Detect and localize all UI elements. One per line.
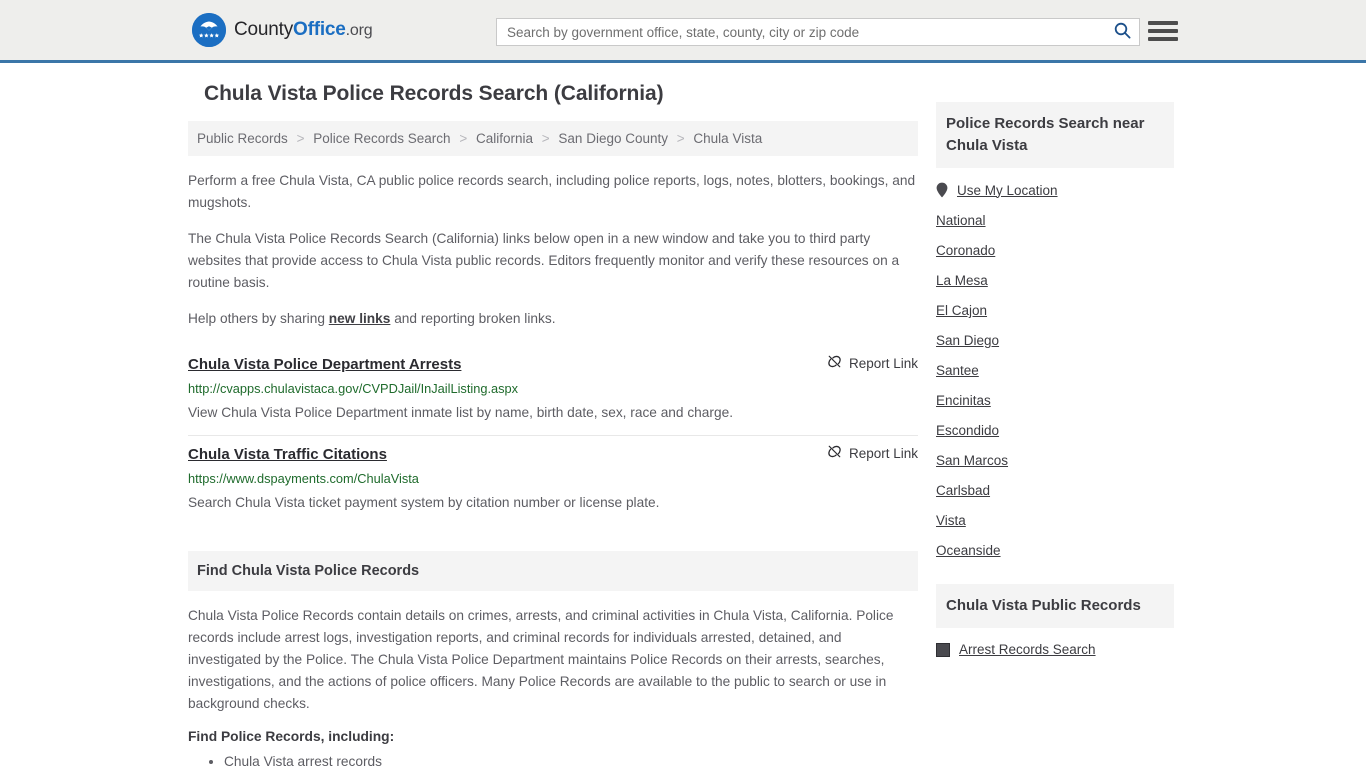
sidebar-item-use-my-location[interactable]: Use My Location	[936, 182, 1174, 198]
document-icon	[936, 642, 950, 657]
sidebar-item-arrest-records-search[interactable]: Arrest Records Search	[936, 642, 1174, 657]
breadcrumb-separator: >	[296, 131, 305, 146]
search-icon	[1114, 22, 1131, 42]
find-records-list: Chula Vista arrest records Police invest…	[188, 752, 918, 768]
sidebar-link[interactable]: Carlsbad	[936, 483, 990, 498]
report-link-button[interactable]: Report Link	[827, 444, 918, 462]
sidebar-item-santee[interactable]: Santee	[936, 363, 1174, 378]
result-link-url: http://cvapps.chulavistaca.gov/CVPDJail/…	[188, 381, 519, 396]
intro-paragraph-2: The Chula Vista Police Records Search (C…	[188, 231, 900, 290]
intro-paragraph-1: Perform a free Chula Vista, CA public po…	[188, 173, 916, 210]
brand-wordmark: CountyOffice.org	[234, 19, 373, 41]
sidebar-item-san-diego[interactable]: San Diego	[936, 333, 1174, 348]
search-input[interactable]	[497, 19, 1105, 45]
breadcrumb-item-1[interactable]: Police Records Search	[313, 131, 450, 146]
sidebar-public-records-heading: Chula Vista Public Records	[936, 584, 1174, 628]
sidebar-item-vista[interactable]: Vista	[936, 513, 1174, 528]
sidebar-item-san-marcos[interactable]: San Marcos	[936, 453, 1174, 468]
result-link-description: View Chula Vista Police Department inmat…	[188, 405, 733, 420]
breadcrumb-item-3[interactable]: San Diego County	[558, 131, 668, 146]
result-link-list: Chula Vista Police Department Arrests Re…	[188, 346, 918, 525]
sidebar-link[interactable]: La Mesa	[936, 273, 988, 288]
page-body: Chula Vista Police Records Search (Calif…	[0, 63, 1366, 768]
eagle-seal-icon	[192, 13, 226, 47]
sidebar-link[interactable]: Encinitas	[936, 393, 991, 408]
breadcrumb-separator: >	[541, 131, 550, 146]
sidebar-link[interactable]: San Marcos	[936, 453, 1008, 468]
report-link-label: Report Link	[848, 445, 918, 461]
site-header: CountyOffice.org	[0, 0, 1366, 63]
sidebar-public-records-block: Chula Vista Public Records Arrest Record…	[936, 584, 1174, 657]
sidebar-link[interactable]: Arrest Records Search	[959, 642, 1096, 657]
breadcrumb-item-0[interactable]: Public Records	[197, 131, 288, 146]
sidebar-item-el-cajon[interactable]: El Cajon	[936, 303, 1174, 318]
sidebar: Police Records Search near Chula Vista U…	[936, 81, 1174, 768]
breadcrumb-item-2[interactable]: California	[476, 131, 533, 146]
new-links-link[interactable]: new links	[329, 311, 391, 326]
sidebar-link[interactable]: Escondido	[936, 423, 999, 438]
breadcrumb-separator: >	[676, 131, 685, 146]
result-link-item: Chula Vista Traffic Citations Report Lin…	[188, 436, 918, 525]
find-records-paragraph: Chula Vista Police Records contain detai…	[188, 608, 894, 711]
breadcrumb-separator: >	[459, 131, 468, 146]
sidebar-link[interactable]: National	[936, 213, 986, 228]
find-records-heading: Find Chula Vista Police Records	[188, 551, 918, 591]
sidebar-nearby-heading: Police Records Search near Chula Vista	[936, 102, 1174, 168]
brand-part-office: Office	[293, 19, 346, 40]
sidebar-item-national[interactable]: National	[936, 213, 1174, 228]
brand-part-county: County	[234, 19, 294, 40]
site-logo-link[interactable]: CountyOffice.org	[192, 13, 373, 47]
hamburger-menu-icon[interactable]	[1148, 18, 1178, 44]
report-link-label: Report Link	[848, 355, 918, 371]
sidebar-link-use-my-location[interactable]: Use My Location	[957, 183, 1058, 198]
share-text-after: and reporting broken links.	[390, 311, 556, 326]
sidebar-item-carlsbad[interactable]: Carlsbad	[936, 483, 1174, 498]
map-pin-icon	[936, 182, 948, 198]
sidebar-item-encinitas[interactable]: Encinitas	[936, 393, 1174, 408]
broken-link-icon	[827, 444, 842, 462]
broken-link-icon	[827, 354, 842, 372]
result-link-item: Chula Vista Police Department Arrests Re…	[188, 346, 918, 436]
sidebar-link[interactable]: El Cajon	[936, 303, 987, 318]
brand-part-tld: .org	[345, 22, 373, 39]
search-bar[interactable]	[496, 18, 1140, 46]
sidebar-item-coronado[interactable]: Coronado	[936, 243, 1174, 258]
sidebar-item-la-mesa[interactable]: La Mesa	[936, 273, 1174, 288]
sidebar-link[interactable]: San Diego	[936, 333, 999, 348]
list-item: Chula Vista arrest records	[224, 752, 918, 768]
intro-paragraph-3: Help others by sharing new links and rep…	[188, 308, 918, 330]
sidebar-link[interactable]: Oceanside	[936, 543, 1001, 558]
page-title: Chula Vista Police Records Search (Calif…	[204, 82, 664, 105]
result-link-description: Search Chula Vista ticket payment system…	[188, 495, 660, 510]
find-records-body: Chula Vista Police Records contain detai…	[188, 591, 918, 768]
breadcrumb: Public Records > Police Records Search >…	[188, 121, 918, 156]
report-link-button[interactable]: Report Link	[827, 354, 918, 372]
result-link-title[interactable]: Chula Vista Traffic Citations	[188, 444, 387, 466]
sidebar-item-escondido[interactable]: Escondido	[936, 423, 1174, 438]
sidebar-link[interactable]: Santee	[936, 363, 979, 378]
sidebar-link[interactable]: Vista	[936, 513, 966, 528]
result-link-title[interactable]: Chula Vista Police Department Arrests	[188, 354, 461, 376]
sidebar-link[interactable]: Coronado	[936, 243, 995, 258]
share-text-before: Help others by sharing	[188, 311, 329, 326]
breadcrumb-item-4[interactable]: Chula Vista	[693, 131, 762, 146]
sidebar-public-records-list: Arrest Records Search	[936, 628, 1174, 657]
sidebar-item-oceanside[interactable]: Oceanside	[936, 543, 1174, 558]
result-link-url: https://www.dspayments.com/ChulaVista	[188, 471, 419, 486]
find-records-list-heading: Find Police Records, including:	[188, 729, 395, 744]
main-content: Chula Vista Police Records Search (Calif…	[188, 81, 918, 768]
sidebar-nearby-list: Use My Location National Coronado La Mes…	[936, 168, 1174, 559]
search-button[interactable]	[1105, 19, 1139, 45]
